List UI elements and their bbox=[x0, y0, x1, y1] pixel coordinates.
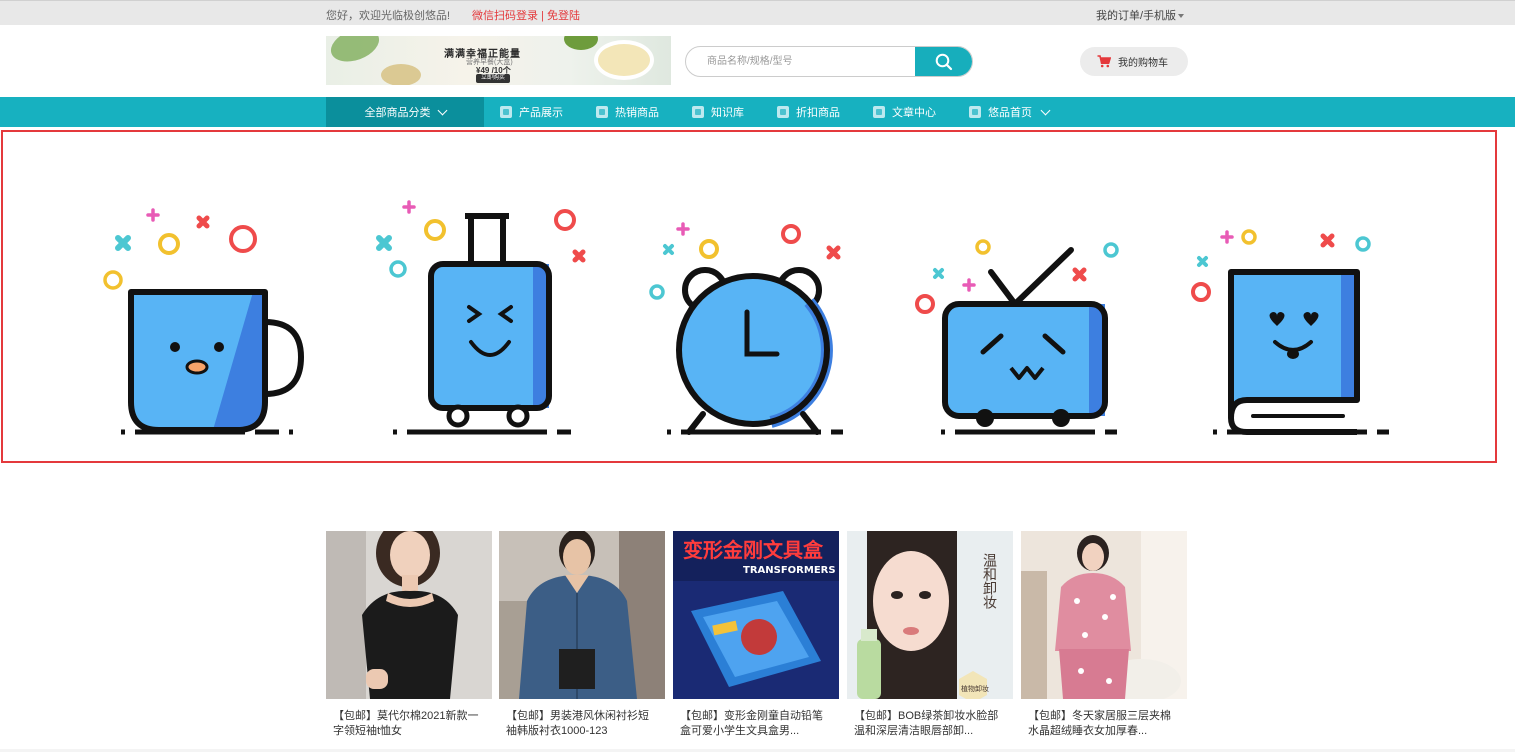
product-card[interactable]: 【包邮】冬天家居服三层夹棉水晶超绒睡衣女加厚春... bbox=[1021, 531, 1187, 752]
product-card[interactable]: 温和卸妆 植物卸妆 【包邮】BOB绿茶卸妆水脸部温和深层清洁眼唇部卸... bbox=[847, 531, 1013, 752]
product-image[interactable]: 变形金刚文具盒 TRANSFORMERS bbox=[673, 531, 839, 699]
login-separator: | bbox=[538, 10, 547, 22]
chevron-down-icon bbox=[437, 105, 447, 115]
chart-icon bbox=[500, 106, 512, 118]
nav-item-label: 悠品首页 bbox=[988, 107, 1032, 119]
bread-decoration bbox=[381, 64, 421, 85]
product-title[interactable]: 【包邮】冬天家居服三层夹棉水晶超绒睡衣女加厚春... bbox=[1028, 709, 1180, 741]
nav-item-label: 文章中心 bbox=[892, 107, 936, 119]
banner-cta[interactable]: 立即购买 bbox=[476, 74, 510, 83]
orders-link[interactable]: 我的订单/手机版 bbox=[1096, 10, 1176, 22]
product-title[interactable]: 【包邮】变形金刚童自动铅笔盒可爱小学生文具盒男... bbox=[680, 709, 832, 741]
product-title[interactable]: 【包邮】男装港风休闲衬衫短袖韩版衬衣1000-123 bbox=[506, 709, 658, 741]
nav-item-label: 热销商品 bbox=[615, 107, 659, 119]
leaf-decoration bbox=[326, 36, 384, 68]
product-title[interactable]: 【包邮】莫代尔棉2021新款一字领短袖t恤女 bbox=[333, 709, 485, 741]
nav-item-hot[interactable]: 热销商品 bbox=[596, 97, 659, 127]
chevron-down-icon bbox=[1040, 105, 1051, 115]
mug-icon bbox=[103, 208, 305, 435]
remover-badge-text: 植物卸妆 bbox=[961, 684, 989, 693]
product-image[interactable] bbox=[499, 531, 665, 699]
register-link[interactable]: 免登陆 bbox=[547, 10, 580, 22]
search-box bbox=[685, 46, 973, 77]
home-icon bbox=[969, 106, 981, 118]
product-photo-makeup-remover: 温和卸妆 植物卸妆 bbox=[847, 531, 1013, 699]
search-icon bbox=[935, 53, 952, 70]
tv-icon bbox=[915, 239, 1119, 435]
book-icon bbox=[692, 106, 704, 118]
cart-label: 我的购物车 bbox=[1118, 58, 1168, 69]
remover-side-text: 温和卸妆 bbox=[981, 553, 997, 609]
nav-item-articles[interactable]: 文章中心 bbox=[873, 97, 936, 127]
caret-down-icon bbox=[1178, 14, 1185, 19]
promo-banner[interactable]: 满满幸福正能量 营养早餐(大盒) ¥49 /10个 立即购买 bbox=[326, 36, 671, 85]
alarm-clock-icon bbox=[649, 222, 843, 435]
icon-showcase-svg bbox=[103, 200, 1389, 435]
box-brand-text: 变形金刚文具盒 bbox=[683, 538, 824, 562]
login-links: 微信扫码登录 | 免登陆 bbox=[472, 7, 580, 23]
nav-item-label: 产品展示 bbox=[519, 107, 563, 119]
product-card[interactable]: 变形金刚文具盒 TRANSFORMERS 【包邮】变形金刚童自动铅笔盒可爱小学生… bbox=[673, 531, 839, 752]
tag-icon bbox=[777, 106, 789, 118]
site-header: 满满幸福正能量 营养早餐(大盒) ¥49 /10个 立即购买 我的购物车 bbox=[0, 25, 1515, 97]
top-bar: 您好，欢迎光临极创悠品! 微信扫码登录 | 免登陆 我的订单/手机版 bbox=[0, 0, 1515, 25]
cart-button[interactable]: 我的购物车 bbox=[1080, 47, 1188, 76]
product-photo-pajamas bbox=[1021, 531, 1187, 699]
nav-item-label: 知识库 bbox=[711, 107, 744, 119]
nav-item-discount[interactable]: 折扣商品 bbox=[777, 97, 840, 127]
greeting-text: 您好，欢迎光临极创悠品! bbox=[326, 10, 451, 22]
main-nav: 全部商品分类 产品展示 热销商品 知识库 折扣商品 文章中心 悠品首页 bbox=[0, 97, 1515, 127]
nav-item-home[interactable]: 悠品首页 bbox=[969, 97, 1051, 127]
product-list: 【包邮】莫代尔棉2021新款一字领短袖t恤女 【包邮】男装港风休闲衬衫短袖韩版衬… bbox=[326, 531, 1188, 752]
nav-item-label: 折扣商品 bbox=[796, 107, 840, 119]
wechat-login-link[interactable]: 微信扫码登录 bbox=[472, 10, 538, 22]
product-image[interactable] bbox=[1021, 531, 1187, 699]
product-photo-tshirt bbox=[326, 531, 492, 699]
orders-menu[interactable]: 我的订单/手机版 bbox=[1096, 7, 1185, 23]
product-title[interactable]: 【包邮】BOB绿茶卸妆水脸部温和深层清洁眼唇部卸... bbox=[854, 709, 1006, 741]
all-categories-menu[interactable]: 全部商品分类 bbox=[326, 97, 484, 127]
search-input[interactable] bbox=[686, 47, 916, 76]
avocado-decoration bbox=[564, 36, 598, 50]
suitcase-icon bbox=[376, 200, 586, 435]
nav-item-products[interactable]: 产品展示 bbox=[500, 97, 563, 127]
product-card[interactable]: 【包邮】男装港风休闲衬衫短袖韩版衬衣1000-123 bbox=[499, 531, 665, 752]
search-button[interactable] bbox=[915, 47, 972, 76]
product-image[interactable]: 温和卸妆 植物卸妆 bbox=[847, 531, 1013, 699]
product-photo-pencil-box: 变形金刚文具盒 TRANSFORMERS bbox=[673, 531, 839, 699]
icon-showcase bbox=[1, 130, 1497, 463]
plate-decoration bbox=[594, 40, 654, 80]
cart-icon bbox=[1097, 55, 1111, 68]
flame-icon bbox=[596, 106, 608, 118]
book-icon bbox=[1191, 229, 1389, 435]
nav-item-knowledge[interactable]: 知识库 bbox=[692, 97, 744, 127]
box-english-text: TRANSFORMERS bbox=[743, 565, 836, 576]
product-image[interactable] bbox=[326, 531, 492, 699]
document-icon bbox=[873, 106, 885, 118]
product-card[interactable]: 【包邮】莫代尔棉2021新款一字领短袖t恤女 bbox=[326, 531, 492, 752]
all-categories-label: 全部商品分类 bbox=[364, 107, 431, 119]
product-photo-denim-shirt bbox=[499, 531, 665, 699]
